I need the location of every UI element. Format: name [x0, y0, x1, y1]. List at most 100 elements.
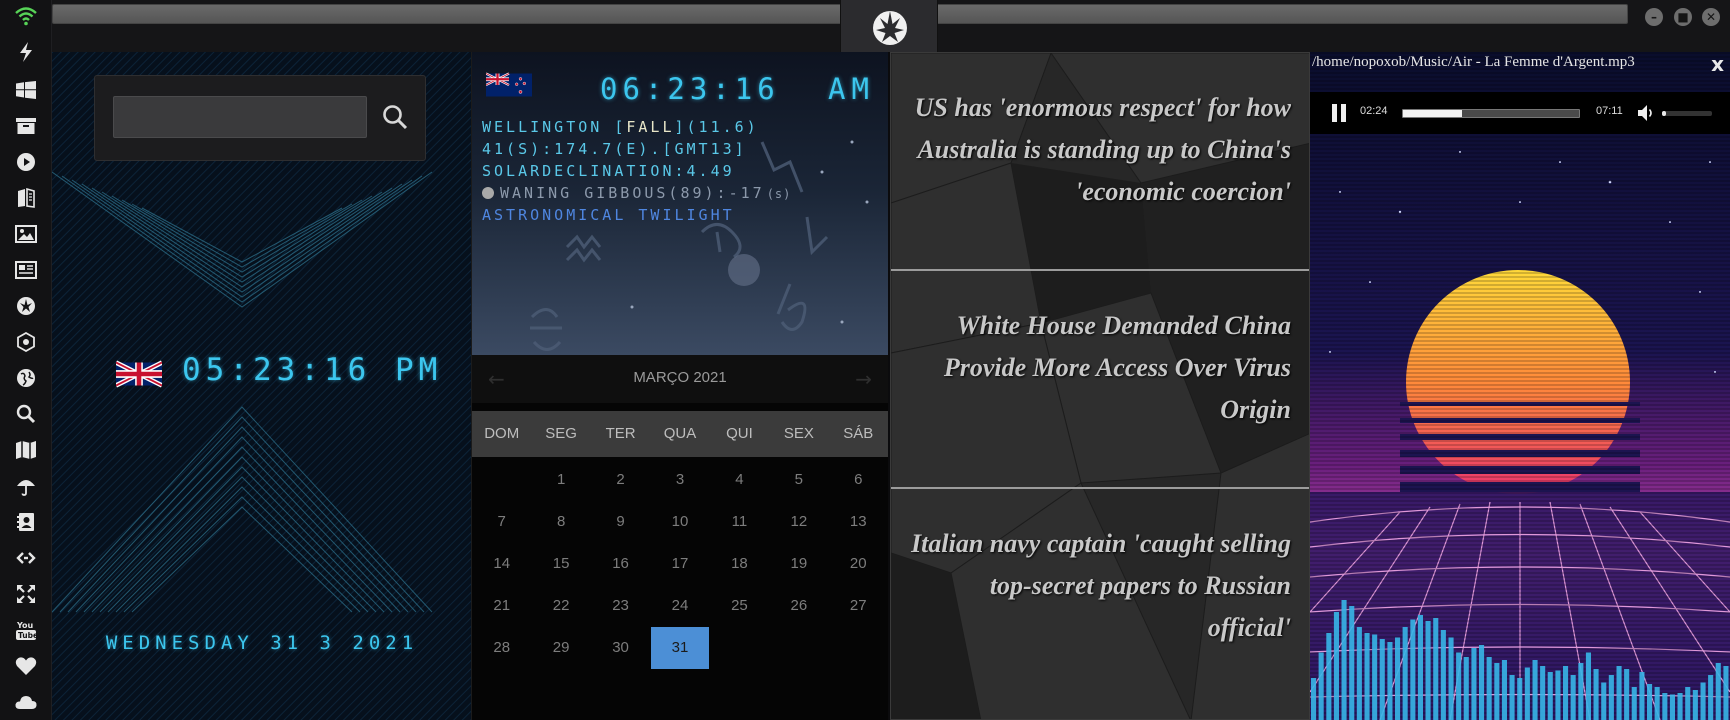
calendar-day[interactable]: 29 — [531, 627, 590, 669]
calendar-day-selected[interactable]: 31 — [651, 627, 709, 669]
pause-icon[interactable] — [1330, 103, 1348, 123]
visualizer-bar — [1494, 663, 1500, 720]
visualizer-bar — [1456, 652, 1462, 720]
calendar-day[interactable]: 30 — [591, 627, 650, 669]
volume-slider[interactable] — [1662, 111, 1712, 116]
visualizer-bar — [1311, 678, 1317, 720]
visualizer-bar — [1723, 666, 1729, 720]
search-icon[interactable] — [14, 402, 38, 426]
play-circle-icon[interactable] — [14, 150, 38, 174]
minimize-button[interactable]: – — [1645, 8, 1663, 26]
calendar-day[interactable]: 15 — [531, 543, 590, 585]
visualizer-bar — [1532, 660, 1538, 720]
close-button[interactable]: ✕ — [1702, 8, 1720, 26]
moon-phase-unit: (s) — [766, 187, 792, 201]
visualizer-bar — [1570, 675, 1576, 720]
calendar-day[interactable]: 1 — [531, 459, 590, 501]
visualizer-bar — [1410, 619, 1416, 720]
synthwave-artwork — [1310, 52, 1730, 720]
news-item-3[interactable]: Italian navy captain 'caught selling top… — [905, 523, 1291, 649]
player-close-button[interactable]: x — [1711, 52, 1724, 76]
svg-text:You: You — [16, 621, 34, 630]
calendar-day[interactable]: 26 — [769, 585, 828, 627]
calendar-next-button[interactable]: → — [855, 367, 872, 391]
calendar-day[interactable]: 21 — [472, 585, 531, 627]
calendar-day[interactable]: 27 — [829, 585, 888, 627]
rebel-tab[interactable] — [840, 0, 938, 52]
search-button[interactable] — [377, 98, 413, 136]
cloud-icon[interactable] — [14, 690, 38, 714]
calendar-day[interactable]: 6 — [829, 459, 888, 501]
calendar-day-empty — [472, 459, 531, 501]
calendar-day[interactable]: 14 — [472, 543, 531, 585]
lightning-icon[interactable] — [14, 40, 38, 64]
newspaper-icon[interactable] — [14, 258, 38, 282]
network-icon[interactable] — [14, 330, 38, 354]
calendar-header: ← MARÇO 2021 → — [472, 355, 888, 403]
calendar-day[interactable]: 28 — [472, 627, 531, 669]
link-icon[interactable] — [14, 546, 38, 570]
calendar-day[interactable]: 8 — [531, 501, 590, 543]
contacts-icon[interactable] — [14, 510, 38, 534]
weekday-header: DOM — [484, 425, 520, 442]
calendar-day[interactable]: 24 — [650, 585, 709, 627]
progress-bar[interactable] — [1402, 109, 1580, 118]
visualizer-bar — [1433, 618, 1439, 720]
calendar-month: MARÇO 2021 — [633, 369, 727, 386]
calendar-day[interactable]: 7 — [472, 501, 531, 543]
visualizer-bar — [1326, 633, 1332, 720]
elapsed-time: 02:24 — [1360, 105, 1388, 117]
calendar-weekdays: DOM SEG TER QUA QUI SEX SÁB — [472, 411, 888, 457]
calendar-day[interactable]: 16 — [591, 543, 650, 585]
archive-icon[interactable] — [14, 114, 38, 138]
calendar-day[interactable]: 12 — [769, 501, 828, 543]
calendar-day[interactable]: 2 — [591, 459, 650, 501]
visualizer-bar — [1639, 672, 1645, 720]
location-name: WELLINGTON [ — [482, 118, 627, 136]
visualizer-bar — [1448, 637, 1454, 720]
maximize-button[interactable]: ■ — [1674, 8, 1692, 26]
visualizer-bar — [1616, 666, 1622, 720]
calendar-day[interactable]: 20 — [829, 543, 888, 585]
sidebar: You Tube — [0, 0, 52, 720]
image-icon[interactable] — [14, 222, 38, 246]
calendar-day[interactable]: 4 — [710, 459, 769, 501]
calendar-day[interactable]: 9 — [591, 501, 650, 543]
rebel-icon[interactable] — [14, 294, 38, 318]
expand-icon[interactable] — [14, 582, 38, 606]
windows-icon[interactable] — [14, 78, 38, 102]
visualizer-bar — [1692, 690, 1698, 720]
nz-clock-time: 06:23:16 — [600, 72, 780, 106]
news-item-2[interactable]: White House Demanded China Provide More … — [905, 305, 1291, 431]
umbrella-icon[interactable] — [14, 474, 38, 498]
calendar-day[interactable]: 13 — [829, 501, 888, 543]
wifi-icon[interactable] — [14, 4, 38, 28]
calendar-day[interactable]: 10 — [650, 501, 709, 543]
heart-icon[interactable] — [14, 654, 38, 678]
visualizer-bar — [1669, 694, 1675, 720]
calendar-day[interactable]: 3 — [650, 459, 709, 501]
calendar-day[interactable]: 22 — [531, 585, 590, 627]
books-icon[interactable] — [14, 186, 38, 210]
desktop: You Tube – ■ ✕ 05:23:16 PM WEDNESDAY 31 … — [0, 0, 1730, 720]
calendar-day[interactable]: 5 — [769, 459, 828, 501]
calendar-day[interactable]: 19 — [769, 543, 828, 585]
calendar-day[interactable]: 18 — [710, 543, 769, 585]
calendar-day[interactable]: 17 — [650, 543, 709, 585]
globe-icon[interactable] — [14, 366, 38, 390]
youtube-icon[interactable]: You Tube — [14, 618, 38, 642]
volume-icon[interactable] — [1636, 103, 1656, 123]
calendar-day[interactable]: 25 — [710, 585, 769, 627]
visualizer-bar — [1479, 645, 1485, 720]
search-input[interactable] — [113, 96, 367, 138]
clock-panel: 05:23:16 PM WEDNESDAY 31 3 2021 — [52, 52, 472, 720]
visualizer-bar — [1524, 667, 1530, 720]
visualizer-bar — [1585, 652, 1591, 720]
visualizer-bar — [1547, 672, 1553, 720]
news-item-1[interactable]: US has 'enormous respect' for how Austra… — [905, 87, 1291, 213]
calendar-day[interactable]: 23 — [591, 585, 650, 627]
map-icon[interactable] — [14, 438, 38, 462]
visualizer-bar — [1647, 684, 1653, 720]
date-text: WEDNESDAY 31 3 2021 — [105, 632, 419, 654]
calendar-day[interactable]: 11 — [710, 501, 769, 543]
